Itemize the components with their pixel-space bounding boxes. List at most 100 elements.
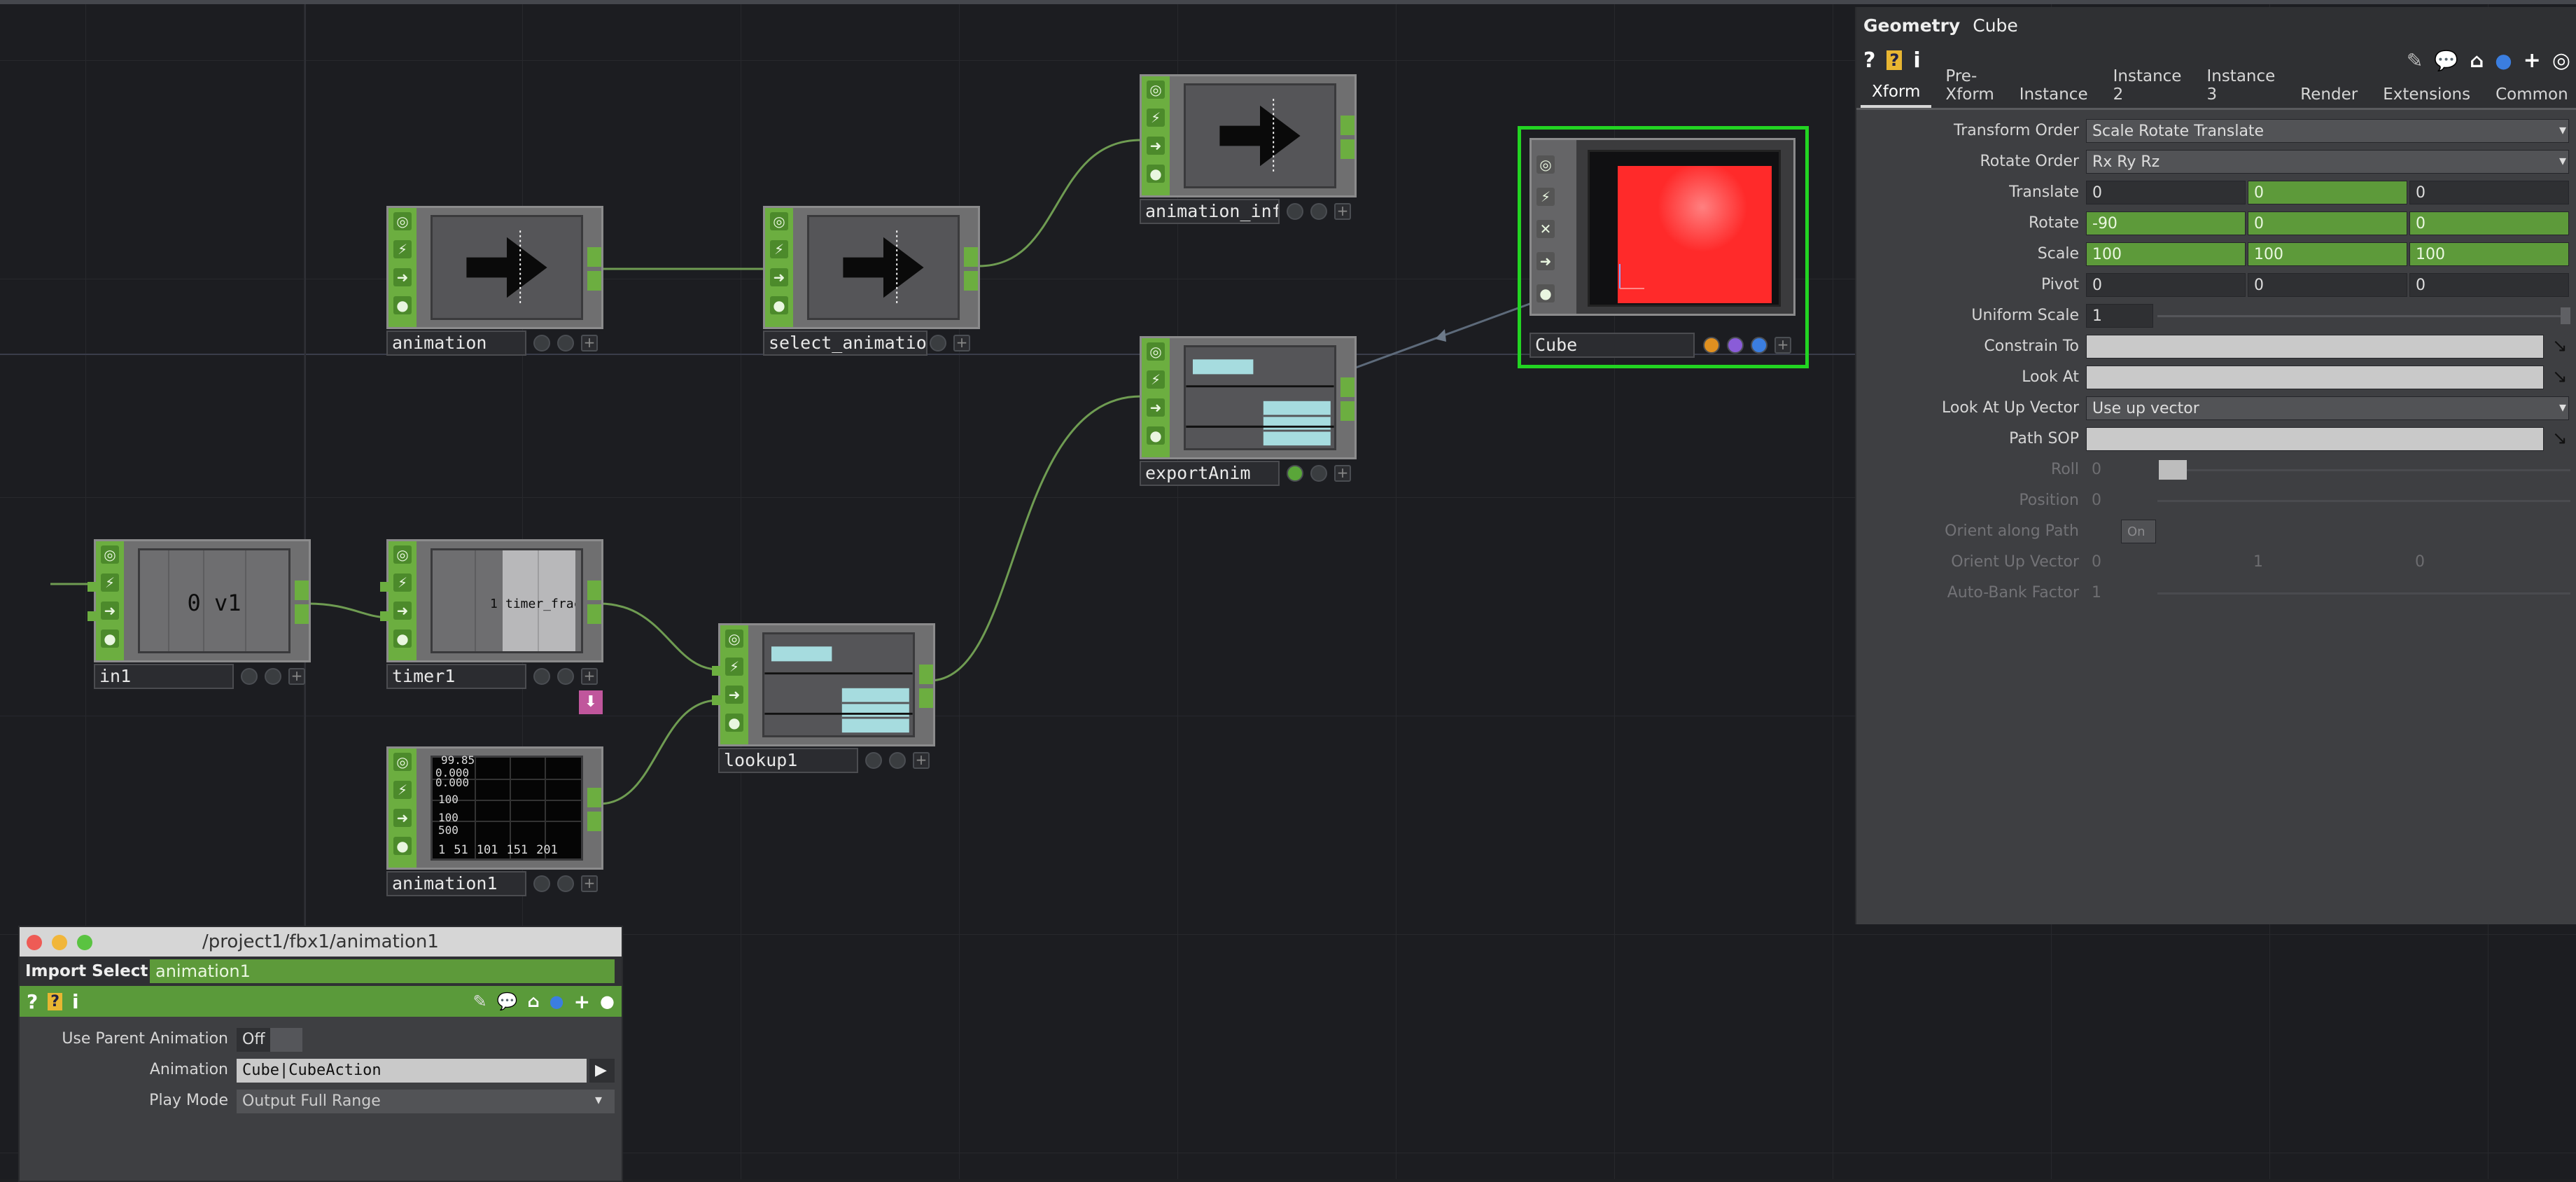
auto-bank-slider (2157, 592, 2570, 595)
in1-readout: 0 v1 (187, 590, 241, 616)
auto-bank-factor-field: 1 (2092, 584, 2101, 602)
menu-arrow-icon[interactable]: ▶ (589, 1059, 615, 1083)
tab-instance-2[interactable]: Instance 2 (2102, 67, 2193, 108)
node-picker-icon[interactable]: ↘ (2552, 335, 2568, 356)
path-sop-field[interactable] (2086, 427, 2544, 451)
anim-value-5: 500 (438, 823, 458, 837)
python-help-icon[interactable]: ? (48, 992, 63, 1010)
rotate-x[interactable]: -90 (2086, 211, 2246, 235)
anim-value-4: 100 (438, 811, 458, 824)
info-icon[interactable]: i (1913, 48, 1920, 73)
look-at-up-vector-menu[interactable]: Use up vector (2086, 396, 2569, 420)
node-in1[interactable]: ◎ ⚡ ➜ ● 0 v1 in1 + (88, 539, 311, 689)
toggle-switch[interactable] (270, 1028, 302, 1052)
dialog-path: /project1/fbx1/animation1 (202, 931, 439, 952)
tab-extensions[interactable]: Extensions (2372, 85, 2482, 108)
op-name[interactable]: Cube (1973, 15, 2018, 36)
node-animation1[interactable]: ◎ ⚡ ➜ ● 99.85 0.000 0.000 100 100 500 1 51 … (386, 746, 603, 896)
uniform-scale-slider[interactable] (2157, 315, 2570, 317)
add-icon[interactable]: + (574, 990, 590, 1013)
bookmark-icon[interactable]: ⌂ (527, 992, 539, 1011)
help-icon[interactable]: ? (1863, 48, 1875, 73)
rotate-z[interactable]: 0 (2409, 211, 2569, 235)
help-icon[interactable]: ? (27, 990, 38, 1013)
timer-callback-icon[interactable]: ⬇ (579, 690, 603, 714)
python-help-icon[interactable]: ? (1886, 50, 1903, 70)
pencil-icon[interactable]: ✎ (472, 992, 486, 1011)
slider-knob[interactable] (2561, 307, 2570, 324)
tab-common[interactable]: Common (2484, 85, 2576, 108)
node-animation-info[interactable]: ◎ ⚡ ➜ ● animation_info + (1140, 74, 1357, 224)
pivot-y[interactable]: 0 (2248, 273, 2407, 297)
comment-icon[interactable]: 💬 (497, 992, 518, 1011)
animation-field[interactable]: Cube|CubeAction (237, 1059, 587, 1083)
position-field: 0 (2092, 492, 2101, 509)
info-icon[interactable]: i (72, 990, 79, 1013)
rotate-order-menu[interactable]: Rx Ry Rz (2086, 150, 2569, 174)
param-label: Roll (2051, 461, 2079, 478)
param-translate: Translate 0 0 0 (1856, 177, 2576, 208)
python-icon[interactable]: ● (2495, 49, 2512, 72)
roll-field: 0 (2092, 461, 2101, 478)
anim-tick: 201 (536, 843, 558, 857)
comment-icon[interactable]: 💬 (2434, 49, 2458, 72)
node-select-animation[interactable]: ◎ ⚡ ➜ ● select_animation + (763, 206, 980, 356)
param-label: Pivot (2040, 276, 2079, 293)
translate-x[interactable]: 0 (2086, 181, 2246, 204)
play-mode-menu[interactable]: Output Full Range (237, 1090, 615, 1113)
node-lookup1[interactable]: ◎ ⚡ ➜ ● lookup1 + (712, 623, 935, 773)
node-picker-icon[interactable]: ↘ (2552, 366, 2568, 387)
tab-instance-3[interactable]: Instance 3 (2195, 67, 2286, 108)
param-label: Look At (2022, 368, 2079, 386)
scale-z[interactable]: 100 (2409, 242, 2569, 266)
scale-y[interactable]: 100 (2248, 242, 2407, 266)
tab-pre-xform[interactable]: Pre-Xform (1934, 67, 2005, 108)
tab-render[interactable]: Render (2289, 85, 2369, 108)
add-icon[interactable]: + (2524, 48, 2541, 73)
close-window-button[interactable] (27, 935, 42, 950)
tab-xform[interactable]: Xform (1861, 83, 1932, 108)
parameter-panel[interactable]: Geometry Cube ? ? i ✎ 💬 ⌂ ● + ◎ Xform Pr… (1855, 7, 2576, 924)
minimize-window-button[interactable] (52, 935, 67, 950)
node-timer1[interactable]: ◎ ⚡ ➜ ● 1 timer_frac timer1 + ⬇ (380, 539, 603, 714)
param-transform-order: Transform Order Scale Rotate Translate ▾ (1856, 116, 2576, 146)
param-constrain-to: Constrain To ↘ (1856, 331, 2576, 362)
node-animation[interactable]: ◎ ⚡ ➜ ● animation + (386, 206, 603, 356)
anim-value-3: 100 (438, 793, 458, 806)
translate-z[interactable]: 0 (2409, 181, 2569, 204)
position-slider (2157, 500, 2570, 502)
node-label: select_animation (763, 331, 927, 356)
scale-x[interactable]: 100 (2086, 242, 2246, 266)
pencil-icon[interactable]: ✎ (2407, 49, 2423, 72)
dialog-title-bar[interactable]: /project1/fbx1/animation1 (20, 927, 622, 957)
zoom-window-button[interactable] (77, 935, 92, 950)
param-label: Uniform Scale (1971, 307, 2079, 324)
param-tabs: Xform Pre-Xform Instance Instance 2 Inst… (1856, 67, 2576, 110)
python-icon[interactable]: ● (550, 992, 564, 1011)
translate-y[interactable]: 0 (2248, 181, 2407, 204)
param-play-mode: Play Mode Output Full Range ▾ (20, 1085, 622, 1116)
rotate-y[interactable]: 0 (2248, 211, 2407, 235)
uniform-scale-field[interactable]: 1 (2086, 304, 2153, 328)
orient-up-x: 0 (2092, 553, 2101, 571)
pivot-z[interactable]: 0 (2409, 273, 2569, 297)
node-label: in1 (94, 664, 234, 689)
param-label: Scale (2037, 245, 2079, 263)
viewer-dot-icon[interactable]: ● (600, 992, 615, 1011)
param-uniform-scale: Uniform Scale 1 (1856, 300, 2576, 331)
target-icon[interactable]: ◎ (2552, 48, 2570, 73)
node-cube[interactable]: ◎ ⚡ ✕ ➜ ● Cube + (1518, 126, 1809, 368)
op-name[interactable]: animation1 (150, 959, 615, 983)
tab-instance[interactable]: Instance (2008, 85, 2099, 108)
node-exportanim[interactable]: ◎ ⚡ ➜ ● exportAnim + (1140, 336, 1357, 486)
transform-order-menu[interactable]: Scale Rotate Translate (2086, 119, 2569, 143)
use-parent-animation-toggle[interactable]: Off (237, 1028, 270, 1052)
constrain-to-field[interactable] (2086, 335, 2544, 359)
node-picker-icon[interactable]: ↘ (2552, 428, 2568, 449)
parameter-dialog[interactable]: /project1/fbx1/animation1 Import Select … (18, 926, 623, 1182)
param-label: Transform Order (1954, 122, 2079, 139)
anim-tick: 51 (454, 843, 468, 857)
look-at-field[interactable] (2086, 366, 2544, 389)
bookmark-icon[interactable]: ⌂ (2470, 49, 2484, 72)
pivot-x[interactable]: 0 (2086, 273, 2246, 297)
